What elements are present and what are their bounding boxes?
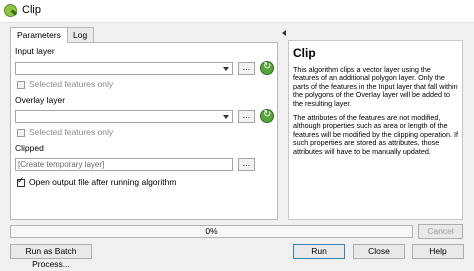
- input-layer-combo[interactable]: [15, 62, 233, 75]
- progress-bar: 0%: [10, 225, 413, 238]
- cancel-button[interactable]: Cancel: [418, 224, 463, 239]
- run-button[interactable]: Run: [293, 244, 345, 259]
- overlay-selected-only-label: Selected features only: [29, 127, 114, 137]
- chevron-down-icon: [223, 115, 229, 119]
- clipped-output-field[interactable]: [Create temporary layer]: [15, 158, 233, 171]
- input-layer-browse-button[interactable]: ...: [238, 62, 255, 75]
- clipped-output-browse-button[interactable]: ...: [238, 158, 255, 171]
- help-button[interactable]: Help: [412, 244, 464, 259]
- input-selected-only-checkbox[interactable]: [17, 81, 25, 89]
- tab-log[interactable]: Log: [66, 27, 95, 42]
- clipped-label: Clipped: [15, 143, 44, 153]
- iterate-icon[interactable]: [260, 109, 274, 123]
- overlay-selected-only-checkbox[interactable]: [17, 129, 25, 137]
- parameters-panel: Parameters Log Input layer ... Selected …: [10, 27, 278, 222]
- overlay-layer-combo[interactable]: [15, 110, 233, 123]
- collapse-help-icon[interactable]: [282, 30, 286, 36]
- input-layer-label: Input layer: [15, 46, 55, 56]
- progress-text: 0%: [205, 226, 218, 236]
- iterate-icon[interactable]: [260, 61, 274, 75]
- input-selected-only-label: Selected features only: [29, 79, 114, 89]
- help-paragraph-2: The attributes of the features are not m…: [293, 113, 459, 156]
- open-output-label: Open output file after running algorithm: [29, 177, 177, 187]
- parameters-tab-body: Input layer ... Selected features only O…: [10, 42, 278, 220]
- chevron-down-icon: [223, 67, 229, 71]
- run-as-batch-button[interactable]: Run as Batch Process...: [10, 244, 92, 269]
- close-button[interactable]: Close: [353, 244, 405, 259]
- overlay-layer-browse-button[interactable]: ...: [238, 110, 255, 123]
- title-bar: Clip: [0, 0, 474, 23]
- qgis-app-icon: [4, 4, 17, 17]
- open-output-checkbox[interactable]: [17, 176, 25, 187]
- tab-parameters[interactable]: Parameters: [10, 27, 68, 43]
- window-title: Clip: [22, 4, 41, 16]
- help-panel: Clip This algorithm clips a vector layer…: [288, 40, 463, 220]
- overlay-layer-label: Overlay layer: [15, 95, 66, 105]
- help-title: Clip: [293, 46, 316, 60]
- help-paragraph-1: This algorithm clips a vector layer usin…: [293, 65, 458, 108]
